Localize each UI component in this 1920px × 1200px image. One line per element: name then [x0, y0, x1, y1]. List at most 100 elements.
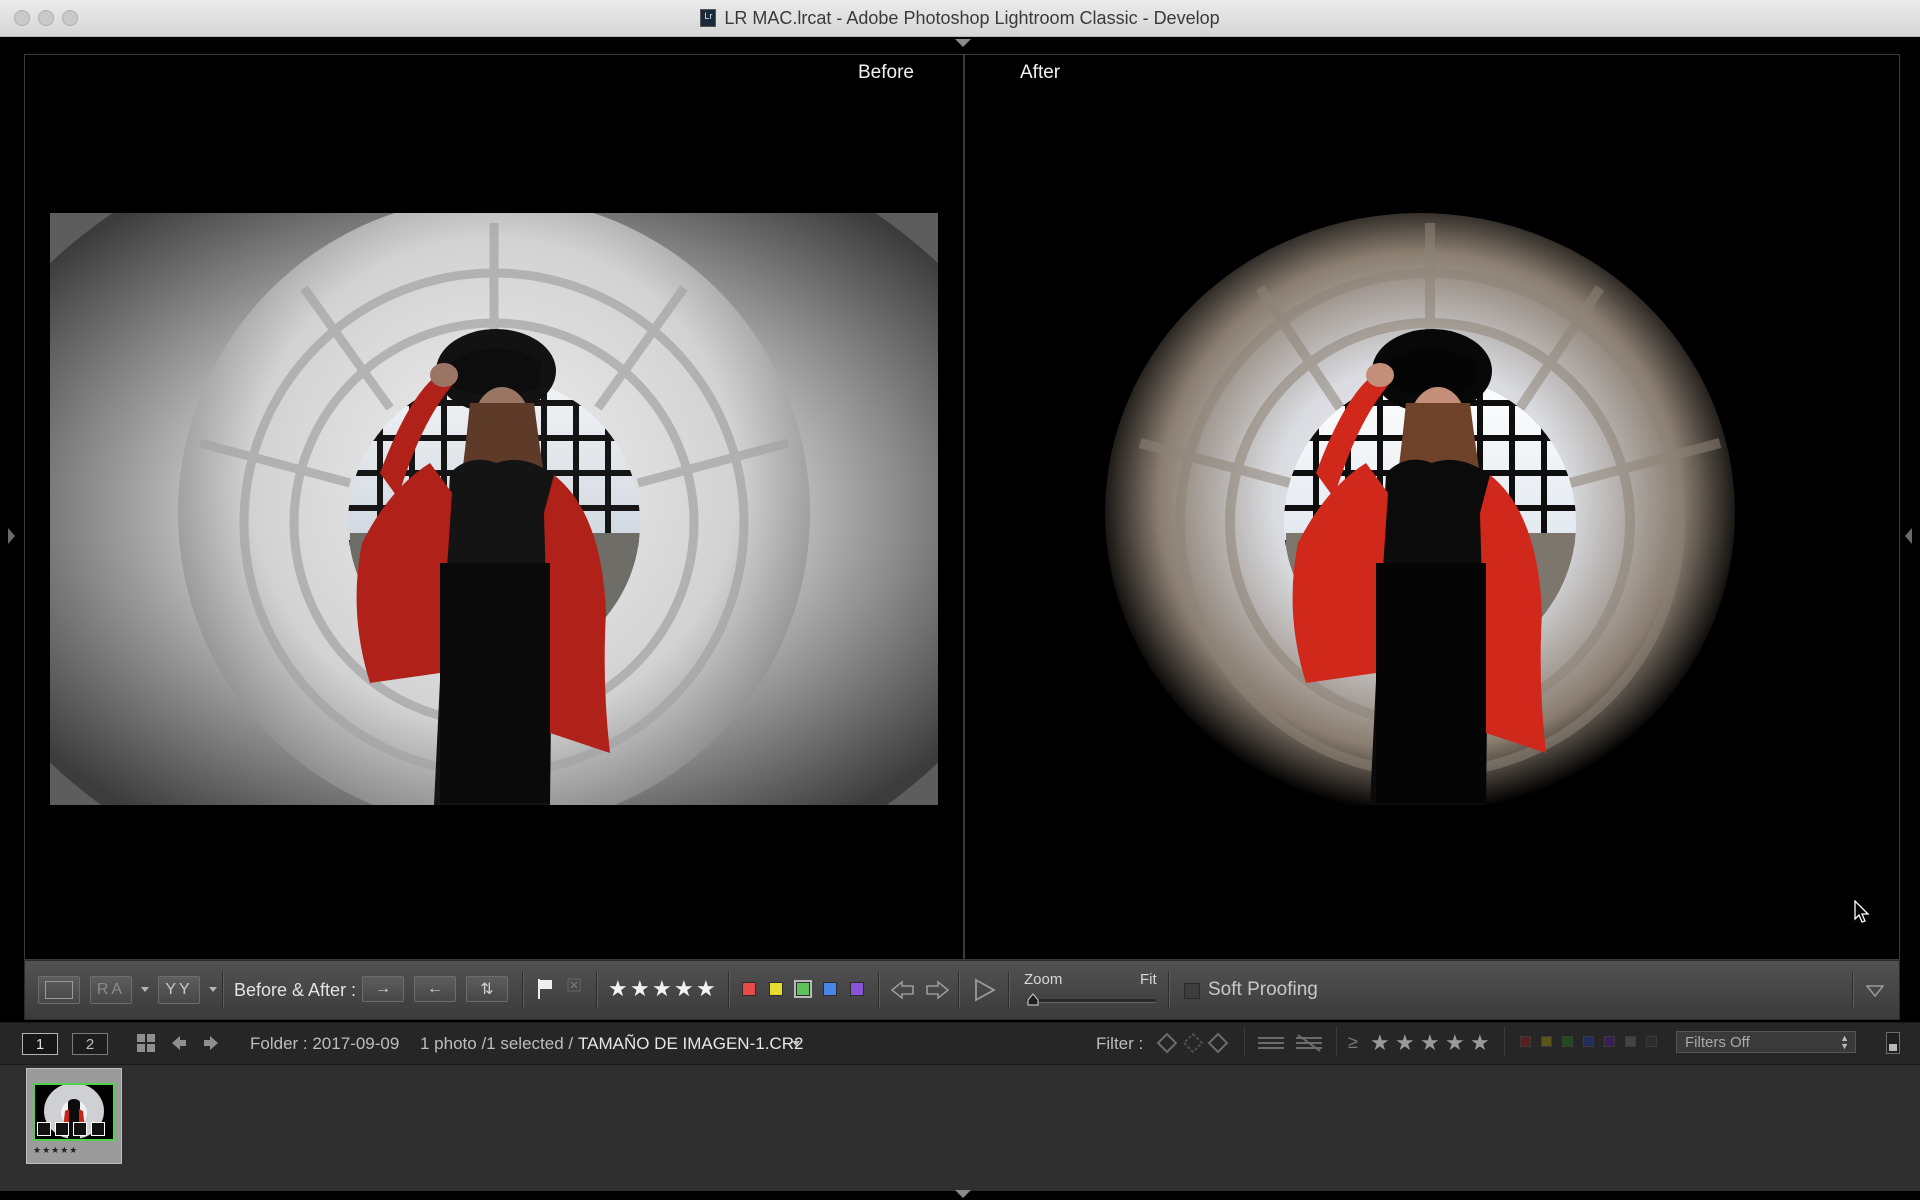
- zoom-value: Fit: [1140, 971, 1157, 988]
- arrow-left-icon: ←: [427, 980, 443, 997]
- rating-star-4-icon[interactable]: ★: [674, 976, 694, 1002]
- folder-source[interactable]: Folder : 2017-09-09: [250, 1034, 399, 1054]
- after-label: After: [1020, 62, 1061, 83]
- reference-view-button[interactable]: RA: [90, 976, 132, 1004]
- filter-edited-icon[interactable]: [1256, 1033, 1326, 1058]
- filmstrip-thumbnail[interactable]: ★★★★★: [26, 1068, 122, 1164]
- reference-view-label: RA: [96, 981, 126, 998]
- top-panel-toggle-icon[interactable]: [955, 39, 971, 47]
- color-label-blue[interactable]: [823, 982, 837, 996]
- toolbar-separator: [728, 972, 730, 1008]
- filter-color-blue[interactable]: [1583, 1036, 1594, 1047]
- toolbar-separator: [878, 972, 880, 1008]
- filter-color-none[interactable]: [1646, 1036, 1657, 1047]
- arrow-right-outline-icon: [926, 980, 950, 1000]
- main-window-label: 1: [35, 1035, 45, 1053]
- toolbar-separator: [522, 972, 524, 1008]
- filter-star-5-icon[interactable]: ★: [1470, 1030, 1490, 1056]
- before-after-view-dropdown-icon[interactable]: [209, 987, 217, 992]
- before-after-view-label: YY: [165, 981, 193, 998]
- next-photo-button[interactable]: [924, 980, 950, 1005]
- window-titlebar: Lr LR MAC.lrcat - Adobe Photoshop Lightr…: [0, 0, 1920, 37]
- toolbar-separator: [596, 972, 598, 1008]
- thumbnail-image: [33, 1083, 115, 1141]
- color-label-yellow[interactable]: [769, 982, 783, 996]
- reference-view-dropdown-icon[interactable]: [141, 987, 149, 992]
- grid-view-icon[interactable]: [136, 1033, 156, 1058]
- toolbar-separator: [1168, 972, 1170, 1008]
- secondary-window-label: 2: [85, 1035, 95, 1053]
- toolbar-separator: [958, 972, 960, 1008]
- filter-color-yellow[interactable]: [1541, 1036, 1552, 1047]
- before-after-view-button[interactable]: YY: [158, 976, 200, 1004]
- before-label: Before: [858, 62, 914, 83]
- selection-count: 1 photo /1 selected /: [420, 1034, 574, 1053]
- rating-comparison[interactable]: ≥: [1348, 1032, 1358, 1053]
- rating-star-5-icon[interactable]: ★: [696, 976, 716, 1002]
- filename-dropdown-icon[interactable]: [792, 1041, 800, 1046]
- filter-preset-select[interactable]: Filters Off ▲ ▼: [1676, 1031, 1856, 1053]
- soft-proofing-checkbox[interactable]: [1184, 983, 1200, 999]
- swap-icon: ⇅: [480, 981, 494, 998]
- filter-flag-icons[interactable]: [1156, 1032, 1230, 1059]
- thumbnail-badge-icons: [37, 1121, 111, 1137]
- secondary-window-button[interactable]: 2: [72, 1033, 108, 1055]
- color-label-green[interactable]: [794, 980, 812, 998]
- before-after-label: Before & After :: [234, 980, 357, 1000]
- filter-star-3-icon[interactable]: ★: [1420, 1030, 1440, 1056]
- thumbnail-rating: ★★★★★: [33, 1145, 79, 1155]
- pick-flag-icon[interactable]: [536, 978, 554, 1005]
- loupe-view-icon: [45, 981, 73, 999]
- lightroom-catalog-icon: Lr: [700, 9, 717, 27]
- filter-color-custom[interactable]: [1625, 1036, 1636, 1047]
- soft-proofing-label: Soft Proofing: [1208, 979, 1318, 1000]
- swap-before-after-button[interactable]: ⇅: [466, 976, 508, 1002]
- filter-label: Filter :: [1096, 1034, 1144, 1053]
- play-icon: [975, 978, 996, 1002]
- filter-color-green[interactable]: [1562, 1036, 1573, 1047]
- filter-star-4-icon[interactable]: ★: [1445, 1030, 1465, 1056]
- rating-star-1-icon[interactable]: ★: [608, 976, 628, 1002]
- filter-lock-toggle[interactable]: [1886, 1032, 1900, 1054]
- color-label-purple[interactable]: [850, 982, 864, 996]
- reject-flag-icon[interactable]: [566, 978, 582, 1003]
- window-title: LR MAC.lrcat - Adobe Photoshop Lightroom…: [724, 7, 1220, 28]
- filter-preset-value: Filters Off: [1685, 1034, 1750, 1051]
- zoom-slider-thumb[interactable]: [1026, 993, 1040, 1012]
- toolbar-separator: [1852, 972, 1854, 1008]
- filter-color-red[interactable]: [1520, 1036, 1531, 1047]
- selected-filename[interactable]: TAMAÑO DE IMAGEN-1.CR2: [578, 1034, 803, 1054]
- color-label-red[interactable]: [742, 982, 756, 996]
- filter-star-1-icon[interactable]: ★: [1370, 1030, 1390, 1056]
- filmstrip[interactable]: [0, 1064, 1920, 1191]
- right-panel-toggle-icon[interactable]: [1905, 528, 1912, 544]
- arrow-left-outline-icon: [890, 980, 914, 1000]
- filter-separator: [1244, 1026, 1245, 1056]
- navigate-forward-icon[interactable]: [202, 1034, 220, 1057]
- before-photo[interactable]: [50, 213, 938, 805]
- select-arrows-icon: ▲ ▼: [1840, 1033, 1849, 1051]
- navigate-back-icon[interactable]: [170, 1034, 188, 1057]
- copy-before-to-after-button[interactable]: →: [362, 976, 404, 1002]
- toolbar-options-dropdown-icon[interactable]: [1865, 984, 1885, 1002]
- main-window-button[interactable]: 1: [22, 1033, 58, 1055]
- loupe-view-button[interactable]: [38, 976, 80, 1004]
- toolbar-separator: [222, 972, 224, 1008]
- filter-color-purple[interactable]: [1604, 1036, 1615, 1047]
- lock-icon: [1889, 1044, 1897, 1051]
- left-panel-toggle-icon[interactable]: [8, 528, 15, 544]
- filter-separator: [1336, 1026, 1337, 1056]
- slideshow-play-button[interactable]: [974, 978, 996, 1007]
- bottom-panel-toggle-icon[interactable]: [955, 1190, 971, 1198]
- before-after-divider: [963, 54, 965, 960]
- filter-star-2-icon[interactable]: ★: [1395, 1030, 1415, 1056]
- rating-star-3-icon[interactable]: ★: [652, 976, 672, 1002]
- toolbar-separator: [1008, 972, 1010, 1008]
- filter-separator: [1504, 1026, 1505, 1056]
- rating-star-2-icon[interactable]: ★: [630, 976, 650, 1002]
- copy-after-to-before-button[interactable]: ←: [414, 976, 456, 1002]
- zoom-slider-track[interactable]: [1026, 999, 1156, 1003]
- previous-photo-button[interactable]: [890, 980, 916, 1005]
- after-photo[interactable]: [1100, 213, 1740, 805]
- zoom-label: Zoom: [1024, 971, 1063, 988]
